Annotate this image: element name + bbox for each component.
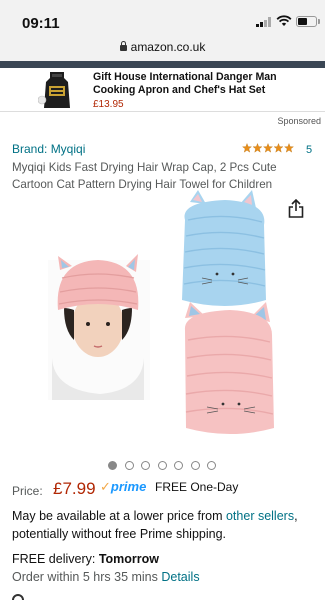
ad-price: £13.95 xyxy=(93,99,124,110)
carousel-dot[interactable] xyxy=(141,461,150,470)
share-icon[interactable] xyxy=(288,199,304,218)
star-icon xyxy=(273,143,284,153)
sponsored-ad-banner[interactable]: Gift House International Danger Man Cook… xyxy=(0,68,325,112)
battery-icon xyxy=(296,16,317,27)
status-time: 09:11 xyxy=(22,15,60,32)
address-bar[interactable]: amazon.co.uk xyxy=(0,36,325,61)
carousel-dot[interactable] xyxy=(190,461,200,470)
star-icon xyxy=(284,143,294,153)
child-wearing-cap-image xyxy=(48,254,150,400)
location-icon[interactable] xyxy=(12,594,24,600)
status-bar: 09:11 xyxy=(0,0,325,36)
prime-check-icon: ✓ xyxy=(100,479,111,494)
delivery-label: FREE delivery: xyxy=(12,552,99,566)
carousel-dot[interactable] xyxy=(174,461,183,470)
star-icon xyxy=(263,143,273,153)
product-title: Myqiqi Kids Fast Drying Hair Wrap Cap, 2… xyxy=(12,161,277,191)
price-label: Price: xyxy=(12,484,43,498)
pink-cat-cap-image xyxy=(184,302,274,434)
wifi-icon xyxy=(276,15,292,26)
ad-title[interactable]: Gift House International Danger Man Cook… xyxy=(93,71,318,97)
delivery-line: FREE delivery: Tomorrow xyxy=(12,552,159,566)
carousel-dot[interactable] xyxy=(108,461,117,470)
other-sellers-link[interactable]: other sellers xyxy=(226,509,294,523)
battery-tip xyxy=(318,19,320,24)
rating-stars[interactable] xyxy=(242,143,294,153)
price-row: Price: £7.99 ✓prime FREE One-Day xyxy=(12,478,312,500)
order-within-text: Order within 5 hrs 35 mins xyxy=(12,570,162,584)
url-text: amazon.co.uk xyxy=(130,40,206,54)
carousel-dot[interactable] xyxy=(157,461,167,470)
brand-link[interactable]: Brand: Myqiqi xyxy=(12,142,85,156)
cellular-signal-icon xyxy=(256,17,271,27)
lower-price-notice: May be available at a lower price from o… xyxy=(12,507,322,543)
star-icon xyxy=(242,143,252,153)
prime-label: prime xyxy=(110,479,147,494)
delivery-day: Tomorrow xyxy=(98,552,160,566)
star-icon xyxy=(252,143,263,153)
delivery-details-link[interactable]: Details xyxy=(161,570,199,584)
rating-count-link[interactable]: 5 xyxy=(306,144,312,156)
carousel-dot[interactable] xyxy=(124,461,134,470)
amazon-nav-strip xyxy=(0,61,325,68)
lock-icon xyxy=(119,41,127,51)
sponsored-label: Sponsored xyxy=(277,116,321,126)
price-value: £7.99 xyxy=(53,479,96,498)
blue-cat-cap-image xyxy=(182,190,266,306)
order-within-line: Order within 5 hrs 35 mins Details xyxy=(12,570,200,584)
product-image[interactable] xyxy=(40,190,290,440)
prime-badge: ✓prime xyxy=(100,479,146,495)
free-delivery-label: FREE One-Day xyxy=(155,480,239,494)
carousel-dot[interactable] xyxy=(207,461,216,470)
apron-product-image xyxy=(38,72,70,108)
lower-price-text-a: May be available at a lower price from xyxy=(12,509,226,523)
